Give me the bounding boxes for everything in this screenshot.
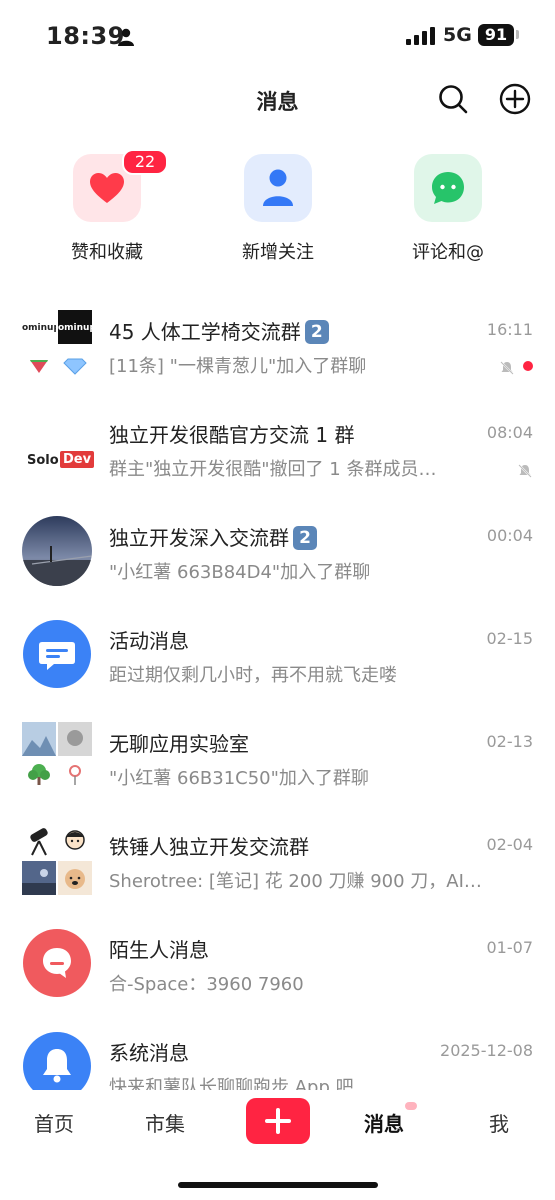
conversation-row[interactable]: 无聊应用实验室 "小红薯 66B31C50"加入了群聊 02-13 [0, 712, 555, 815]
diamond-tile [58, 346, 92, 380]
add-circle-icon[interactable] [498, 82, 532, 116]
publish-button[interactable] [246, 1098, 310, 1144]
conversation-row[interactable]: Solo Dev 独立开发很酷官方交流 1 群 群主"独立开发很酷"撤回了 1 … [0, 403, 555, 506]
shortcut-label: 评论和@ [412, 242, 484, 263]
conversation-preview: "小红薯 663B84D4"加入了群聊 [109, 562, 371, 583]
tab-me[interactable]: 我 [489, 1108, 509, 1137]
mute-bell-icon [518, 464, 532, 478]
system-avatar [22, 1031, 92, 1090]
conversation-row[interactable]: 活动消息 距过期仅剩几小时，再不用就飞走喽 02-15 [0, 609, 555, 712]
tree-tile [22, 758, 56, 792]
conversation-list: ominup ominup 45 人体工学椅交流群2 [11条] "一棵青葱儿"… [0, 300, 555, 1090]
home-indicator [178, 1182, 378, 1188]
likes-badge: 22 [122, 149, 168, 175]
followers-tile [244, 154, 312, 222]
shortcut-label: 新增关注 [242, 242, 314, 263]
conversation-title: 陌生人消息 [109, 938, 209, 962]
tab-messages[interactable]: 消息 [364, 1108, 404, 1137]
dog-tile [58, 861, 92, 895]
network-type: 5G [443, 24, 472, 46]
telescope-tile [22, 825, 56, 859]
conversation-preview: 群主"独立开发很酷"撤回了 1 条群成员… [109, 459, 437, 480]
conversation-time: 16:11 [486, 320, 533, 339]
solodev-avatar: Solo Dev [22, 413, 95, 483]
conversation-row[interactable]: 铁锤人独立开发交流群 Sherotree: [笔记] 花 200 刀赚 900 … [0, 815, 555, 918]
battery-tip [516, 30, 519, 39]
conversation-preview: 快来和薯队长聊聊跑步 App 吧 [109, 1077, 354, 1090]
group-number-badge: 2 [293, 526, 317, 550]
group-number-badge: 2 [304, 320, 329, 344]
group-avatar: ominup ominup [22, 310, 92, 380]
conversation-time: 02-04 [486, 835, 534, 854]
stranger-avatar [22, 928, 92, 998]
new-followers-shortcut[interactable]: 新增关注 [218, 150, 338, 270]
status-time: 18:39 [46, 22, 125, 50]
conversation-title: 铁锤人独立开发交流群 [109, 835, 309, 859]
signal-icon [406, 27, 436, 45]
group-avatar-tile [58, 722, 92, 756]
conversation-time: 2025-12-08 [440, 1041, 533, 1060]
conversation-title: 独立开发深入交流群 2 [109, 522, 317, 551]
conversation-time: 02-15 [486, 629, 534, 648]
group-avatar [22, 722, 92, 792]
mute-bell-icon [500, 361, 514, 375]
group-avatar-tile [22, 861, 56, 895]
bottom-tab-bar: 首页 市集 消息 我 [0, 1090, 555, 1200]
unread-dot [523, 361, 533, 371]
conversation-title: 45 人体工学椅交流群 2 [109, 316, 329, 345]
comments-and-mentions-shortcut[interactable]: 评论和@ [388, 150, 508, 270]
group-photo-avatar [22, 516, 92, 586]
status-bar: 18:39 5G 91 [0, 0, 555, 72]
conversation-preview: Sherotree: [笔记] 花 200 刀赚 900 刀，AI… [109, 871, 482, 892]
bell-icon [23, 1032, 91, 1090]
group-avatar-tile: ominup [58, 310, 92, 344]
conversation-title: 无聊应用实验室 [109, 732, 249, 756]
conversation-row[interactable]: 陌生人消息 合-Space：3960 7960 01-07 [0, 918, 555, 1021]
shortcut-label: 赞和收藏 [71, 242, 143, 263]
search-icon[interactable] [436, 82, 470, 116]
group-avatar [22, 825, 92, 895]
conversation-time: 02-13 [486, 732, 534, 751]
conversation-title: 活动消息 [109, 629, 189, 653]
heart-icon [90, 173, 124, 203]
cartoon-face-tile [58, 825, 92, 859]
comments-tile [414, 154, 482, 222]
conversation-row[interactable]: ominup ominup 45 人体工学椅交流群2 [11条] "一棵青葱儿"… [0, 300, 555, 403]
tab-market[interactable]: 市集 [145, 1108, 185, 1137]
page-title: 消息 [256, 90, 299, 114]
chat-bubble-icon [432, 172, 464, 204]
group-avatar-tile: ominup [22, 310, 56, 344]
message-icon [23, 620, 91, 688]
conversation-time: 01-07 [486, 938, 534, 957]
messages-tab-dot [405, 1102, 417, 1110]
conversation-row[interactable]: 独立开发深入交流群 2 "小红薯 663B84D4"加入了群聊 00:04 [0, 506, 555, 609]
conversation-row[interactable]: 系统消息 快来和薯队长聊聊跑步 App 吧 2025-12-08 [0, 1021, 555, 1090]
conversation-preview: 距过期仅剩几小时，再不用就飞走喽 [109, 665, 397, 686]
plus-icon [265, 1108, 291, 1134]
conversation-title: 系统消息 [109, 1041, 189, 1065]
conversation-preview: "小红薯 66B31C50"加入了群聊 [109, 768, 369, 789]
battery-level: 91 [478, 24, 514, 46]
chat-bubble-icon [23, 929, 91, 997]
activity-avatar [22, 619, 92, 689]
conversation-preview: [11条] "一棵青葱儿"加入了群聊 [109, 356, 367, 377]
conversation-time: 00:04 [486, 526, 533, 545]
person-icon [263, 169, 293, 206]
conversation-preview: 合-Space：3960 7960 [109, 974, 304, 995]
conversation-time: 08:04 [486, 423, 533, 442]
tab-home[interactable]: 首页 [34, 1108, 74, 1137]
group-avatar-tile [22, 722, 56, 756]
conversation-title: 独立开发很酷官方交流 1 群 [109, 423, 355, 447]
watermelon-tile [22, 346, 56, 380]
pin-tile [58, 758, 92, 792]
person-status-icon [118, 28, 134, 46]
